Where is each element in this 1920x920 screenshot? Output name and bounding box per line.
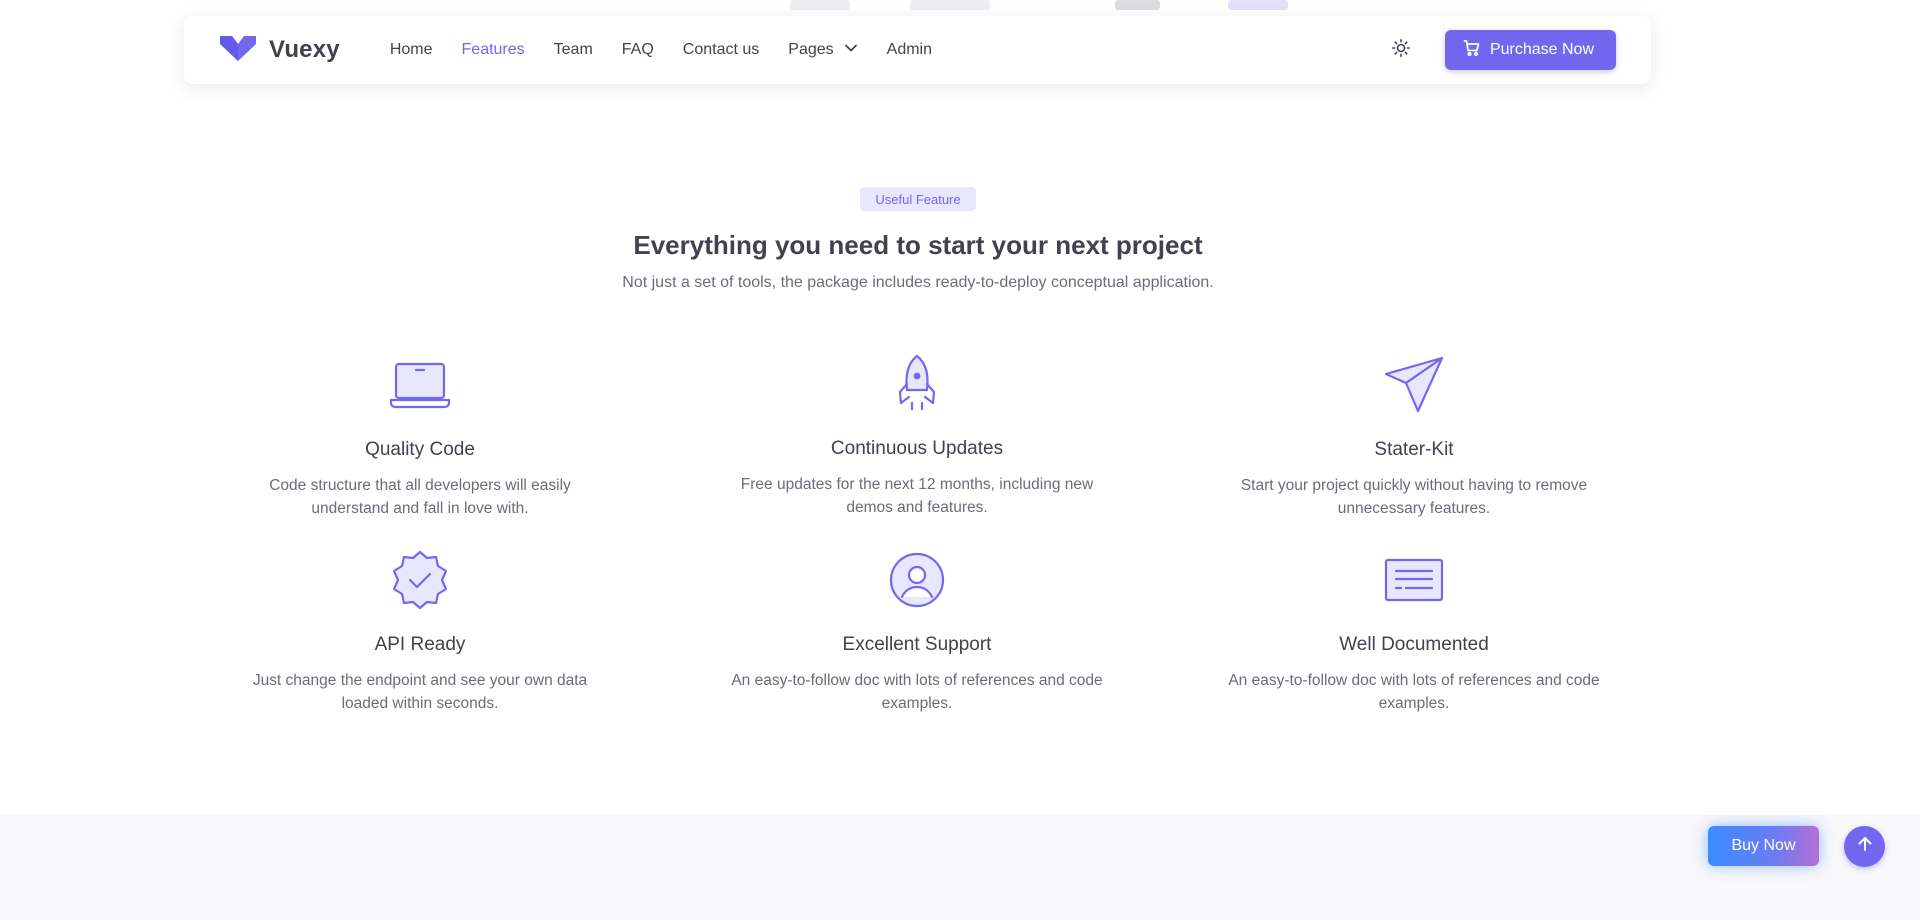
nav-link-pages-dropdown[interactable]: Pages bbox=[788, 41, 857, 60]
cart-icon bbox=[1463, 39, 1481, 62]
feature-description: Code structure that all developers will … bbox=[269, 477, 571, 517]
nav-link-label: Contact us bbox=[682, 41, 760, 58]
feature-description: Start your project quickly without havin… bbox=[1240, 477, 1588, 517]
sun-icon bbox=[1391, 38, 1411, 63]
top-navbar: Vuexy Home Features Team FAQ Contact us … bbox=[184, 16, 1651, 84]
feature-card: Stater-Kit Start your project quickly wi… bbox=[1224, 353, 1604, 520]
feature-card: Excellent Support An easy-to-follow doc … bbox=[727, 548, 1107, 715]
rocket-icon bbox=[727, 352, 1107, 416]
feature-card: Well Documented An easy-to-follow doc wi… bbox=[1224, 548, 1604, 715]
buy-now-button[interactable]: Buy Now bbox=[1708, 826, 1819, 866]
feature-card: Continuous Updates Free updates for the … bbox=[727, 352, 1107, 519]
feature-title: Stater-Kit bbox=[1374, 439, 1454, 460]
chevron-down-icon bbox=[844, 41, 858, 60]
feature-card: Quality Code Code structure that all dev… bbox=[230, 353, 610, 520]
feature-description: Free updates for the next 12 months, inc… bbox=[740, 476, 1094, 516]
faded-element bbox=[790, 0, 850, 10]
purchase-now-button[interactable]: Purchase Now bbox=[1444, 30, 1616, 70]
arrow-up-icon bbox=[1856, 835, 1874, 858]
nav-link-label: Team bbox=[553, 41, 593, 58]
nav-link-label: Pages bbox=[788, 41, 834, 58]
vuexy-logo-icon bbox=[219, 34, 257, 67]
brand-name: Vuexy bbox=[269, 36, 340, 63]
nav-link-label: Admin bbox=[886, 41, 933, 58]
nav-link-features[interactable]: Features bbox=[462, 41, 525, 59]
laptop-icon bbox=[230, 353, 610, 417]
check-badge-icon bbox=[230, 548, 610, 612]
feature-title: Excellent Support bbox=[842, 634, 992, 655]
faded-element bbox=[1228, 0, 1288, 10]
nav-links: Home Features Team FAQ Contact us Pages … bbox=[390, 41, 932, 60]
nav-link-admin[interactable]: Admin bbox=[887, 41, 932, 59]
feature-title: API Ready bbox=[374, 634, 466, 655]
feature-description: An easy-to-follow doc with lots of refer… bbox=[731, 672, 1103, 712]
section-headline: Everything you need to start your next p… bbox=[0, 230, 1836, 261]
nav-link-label: Features bbox=[461, 41, 525, 58]
feature-description: Just change the endpoint and see your ow… bbox=[252, 672, 588, 712]
purchase-now-label: Purchase Now bbox=[1489, 41, 1594, 58]
nav-link-label: FAQ bbox=[621, 41, 654, 58]
feature-title: Continuous Updates bbox=[830, 438, 1004, 459]
scrolled-content-strip bbox=[760, 0, 1400, 16]
nav-link-home[interactable]: Home bbox=[390, 41, 433, 59]
feature-title: Quality Code bbox=[365, 439, 475, 460]
brand-logo-link[interactable]: Vuexy bbox=[219, 34, 340, 67]
faded-element bbox=[910, 0, 990, 10]
nav-actions: Purchase Now bbox=[1385, 30, 1616, 70]
paper-plane-icon bbox=[1224, 353, 1604, 417]
feature-card: API Ready Just change the endpoint and s… bbox=[230, 548, 610, 715]
document-icon bbox=[1224, 548, 1604, 612]
next-section-background bbox=[0, 815, 1920, 920]
nav-link-faq[interactable]: FAQ bbox=[622, 41, 654, 59]
user-circle-icon bbox=[727, 548, 1107, 612]
faded-element bbox=[1115, 0, 1160, 10]
scroll-to-top-button[interactable] bbox=[1844, 826, 1885, 867]
feature-title: Well Documented bbox=[1339, 634, 1489, 655]
nav-link-contact[interactable]: Contact us bbox=[683, 41, 759, 59]
headline-rest: to start your next project bbox=[889, 230, 1203, 260]
nav-link-label: Home bbox=[389, 41, 433, 58]
nav-link-team[interactable]: Team bbox=[554, 41, 593, 59]
feature-description: An easy-to-follow doc with lots of refer… bbox=[1228, 672, 1600, 712]
headline-highlight: Everything you need bbox=[633, 230, 890, 260]
landing-page: Vuexy Home Features Team FAQ Contact us … bbox=[0, 0, 1920, 920]
section-subtitle: Not just a set of tools, the package inc… bbox=[622, 274, 1214, 291]
theme-toggle-button[interactable] bbox=[1385, 34, 1417, 66]
section-badge: Useful Feature bbox=[860, 187, 976, 211]
